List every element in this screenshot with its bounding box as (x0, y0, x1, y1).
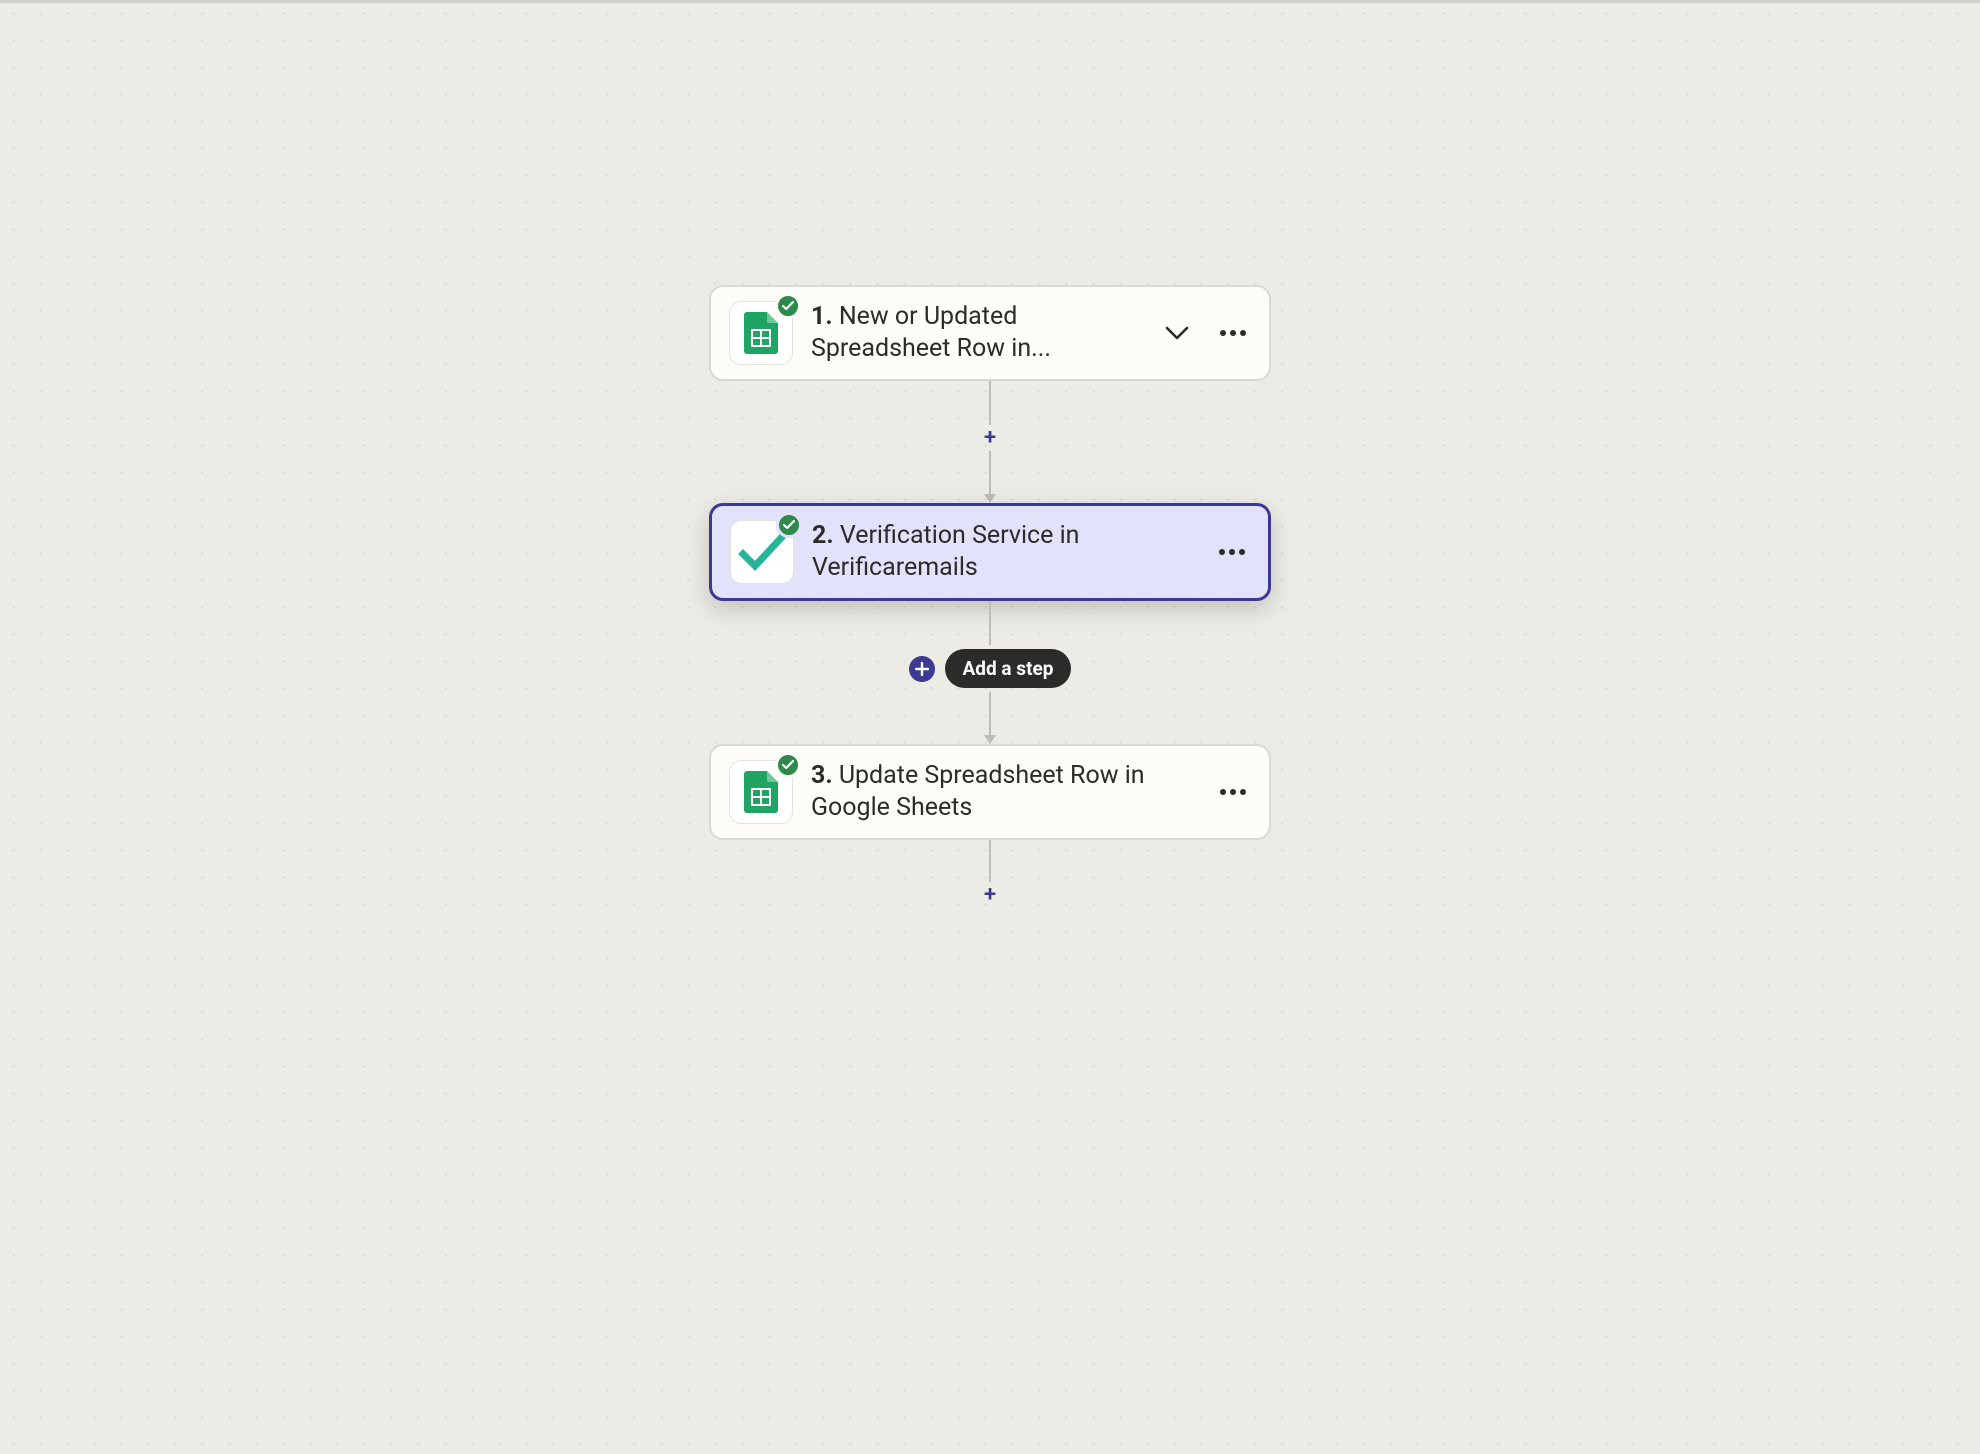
status-ok-badge (775, 752, 801, 778)
add-step-inline-button[interactable]: + (984, 884, 996, 906)
step-text: 3. Update Spreadsheet Row in Google Shee… (811, 760, 1197, 824)
step-card-1[interactable]: 1. New or Updated Spreadsheet Row in... (709, 285, 1271, 381)
expand-button[interactable] (1161, 322, 1193, 344)
add-step-button[interactable] (909, 656, 935, 682)
add-step-inline-button[interactable]: + (984, 427, 996, 449)
connector-arrow (984, 692, 996, 744)
add-step-tooltip[interactable]: Add a step (945, 649, 1072, 688)
workflow-flow: 1. New or Updated Spreadsheet Row in... … (709, 285, 1271, 908)
workflow-canvas[interactable]: 1. New or Updated Spreadsheet Row in... … (0, 3, 1980, 1454)
card-actions (1161, 322, 1251, 344)
step-title: New or Updated Spreadsheet Row in... (811, 302, 1051, 363)
step-title: Update Spreadsheet Row in Google Sheets (811, 761, 1145, 822)
connector-line (989, 381, 991, 425)
card-actions (1214, 544, 1250, 560)
card-actions (1215, 784, 1251, 800)
step-text: 2. Verification Service in Verificaremai… (812, 520, 1196, 584)
app-icon-wrap (730, 520, 794, 584)
connector-arrow (984, 451, 996, 503)
ellipsis-icon (1218, 548, 1246, 556)
step-card-2[interactable]: 2. Verification Service in Verificaremai… (709, 503, 1271, 601)
plus-icon (915, 662, 929, 676)
status-ok-badge (775, 293, 801, 319)
app-icon-wrap (729, 301, 793, 365)
step-number: 1. (811, 302, 833, 331)
more-options-button[interactable] (1215, 325, 1251, 341)
ellipsis-icon (1219, 329, 1247, 337)
step-text: 1. New or Updated Spreadsheet Row in... (811, 301, 1143, 365)
connector-line (989, 840, 991, 882)
chevron-down-icon (1165, 326, 1189, 340)
step-card-3[interactable]: 3. Update Spreadsheet Row in Google Shee… (709, 744, 1271, 840)
step-number: 2. (812, 521, 834, 550)
step-title: Verification Service in Verificaremails (812, 521, 1079, 582)
ellipsis-icon (1219, 788, 1247, 796)
status-ok-badge (776, 512, 802, 538)
add-step-row: Add a step (961, 649, 1124, 688)
connector-line (989, 601, 991, 645)
step-number: 3. (811, 761, 833, 790)
more-options-button[interactable] (1214, 544, 1250, 560)
more-options-button[interactable] (1215, 784, 1251, 800)
app-icon-wrap (729, 760, 793, 824)
